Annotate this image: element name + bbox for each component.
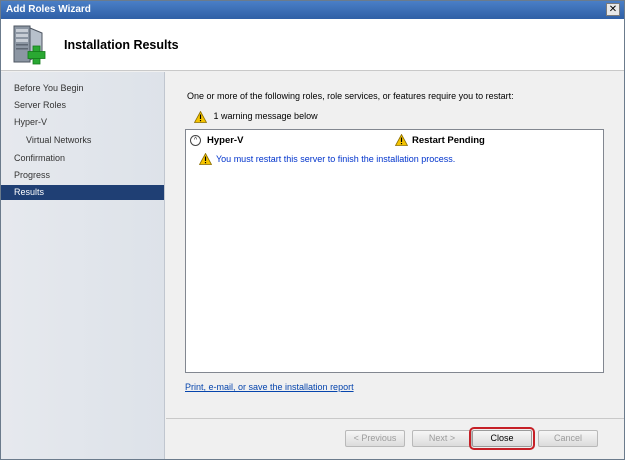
close-button[interactable]: Close xyxy=(469,427,535,450)
sidebar-item-virtual-networks[interactable]: Virtual Networks xyxy=(1,133,164,148)
title-bar: Add Roles Wizard ✕ xyxy=(1,1,624,19)
warning-summary: 1 warning message below xyxy=(194,109,318,123)
warning-summary-label: 1 warning message below xyxy=(213,111,318,121)
button-area-divider xyxy=(166,418,624,419)
restart-intro-text: One or more of the following roles, role… xyxy=(187,91,514,101)
window-title: Add Roles Wizard xyxy=(6,4,91,15)
result-role-name: Hyper-V xyxy=(207,135,244,146)
wizard-steps-sidebar: Before You Begin Server Roles Hyper-V Vi… xyxy=(1,72,165,459)
previous-button[interactable]: < Previous xyxy=(345,430,405,447)
page-title: Installation Results xyxy=(64,38,179,52)
result-message-text: You must restart this server to finish t… xyxy=(216,154,456,164)
wizard-header: Installation Results xyxy=(1,19,624,71)
warning-icon xyxy=(395,134,408,146)
warning-icon xyxy=(199,153,212,165)
collapse-toggle-button[interactable]: ^ xyxy=(190,135,201,146)
sidebar-item-progress[interactable]: Progress xyxy=(1,168,164,183)
window-close-button[interactable]: ✕ xyxy=(606,3,620,16)
server-add-icon xyxy=(13,25,46,65)
next-button[interactable]: Next > xyxy=(412,430,472,447)
installation-report-link[interactable]: Print, e-mail, or save the installation … xyxy=(185,382,354,392)
result-status-label: Restart Pending xyxy=(412,135,485,146)
sidebar-item-hyper-v[interactable]: Hyper-V xyxy=(1,115,164,130)
main-content: One or more of the following roles, role… xyxy=(166,72,624,459)
sidebar-item-confirmation[interactable]: Confirmation xyxy=(1,151,164,166)
sidebar-item-server-roles[interactable]: Server Roles xyxy=(1,98,164,113)
wizard-window: Add Roles Wizard ✕ Installation Results … xyxy=(0,0,625,460)
sidebar-item-results[interactable]: Results xyxy=(1,185,164,200)
warning-icon xyxy=(194,110,207,123)
sidebar-item-before-you-begin[interactable]: Before You Begin xyxy=(1,81,164,96)
installation-results-list: ^ Hyper-V Restart Pending You must resta… xyxy=(185,129,604,373)
cancel-button[interactable]: Cancel xyxy=(538,430,598,447)
result-row-header: ^ Hyper-V Restart Pending xyxy=(188,132,603,149)
